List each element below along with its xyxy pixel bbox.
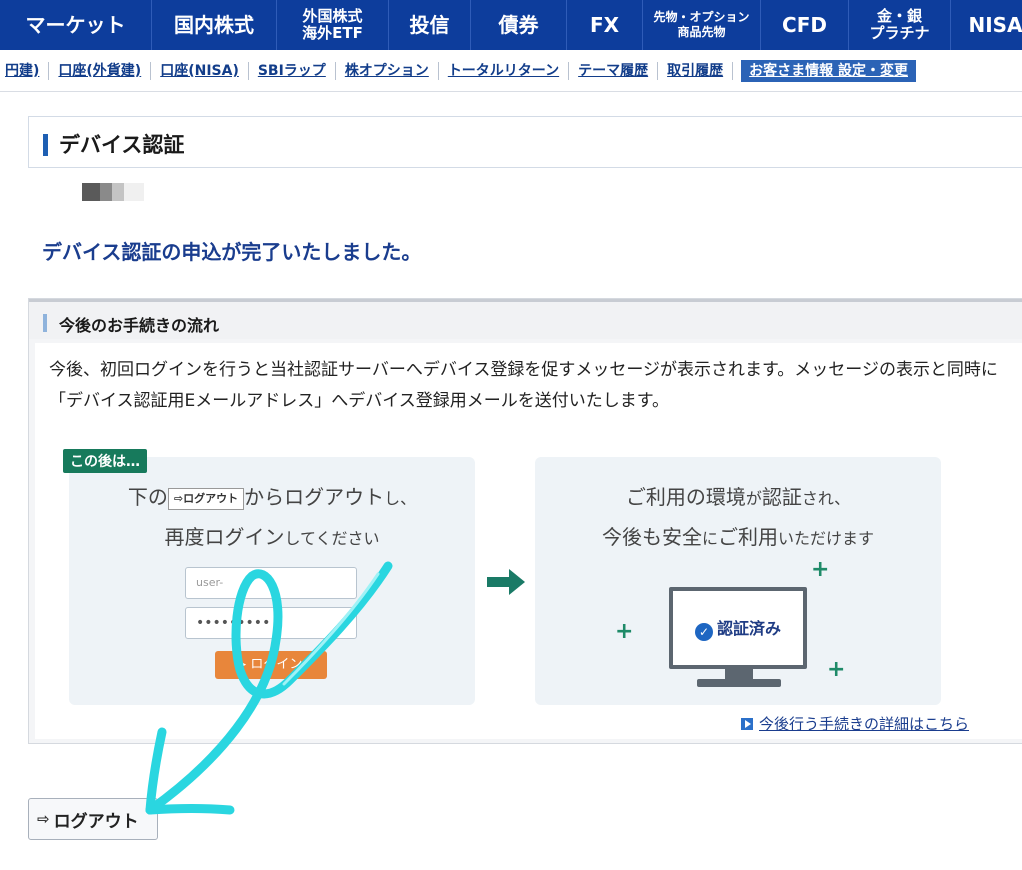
procedure-body: 今後、初回ログインを行うと当社認証サーバーへデバイス登録を促すメッセージが表示さ… [35, 343, 1022, 739]
nav-futures-options[interactable]: 先物・オプション 商品先物 [643, 0, 761, 50]
step-logout-relogin-card: 下の ⇨ログアウト からログアウトし、 再度ログインしてください user- •••… [69, 457, 475, 705]
step-verified-card: ご利用の環境が認証され、 今後も安全にご利用いただけます ✓ 認証済み + + + [535, 457, 941, 705]
sub-nav: 円建) 口座(外貨建) 口座(NISA) SBIラップ 株オプション トータルリ… [0, 50, 1022, 92]
step2-line2: 今後も安全にご利用いただけます [601, 525, 875, 549]
arrow-right-icon [487, 569, 525, 595]
mock-user-input: user- [185, 567, 357, 599]
mini-logout-button: ⇨ログアウト [167, 487, 245, 510]
nav-cfd[interactable]: CFD [761, 0, 849, 50]
logout-small-icon: ⇨ [173, 491, 184, 505]
sub-link-customer-settings[interactable]: お客さま情報 設定・変更 [741, 60, 916, 82]
sub-link-yen-account[interactable]: 円建) [0, 62, 50, 80]
nav-investment-trust[interactable]: 投信 [389, 0, 471, 50]
verified-label: ✓ 認証済み [673, 615, 803, 641]
sub-link-nisa-account[interactable]: 口座(NISA) [151, 62, 249, 80]
procedure-header: 今後のお手続きの流れ [29, 299, 1022, 339]
monitor-neck [725, 669, 753, 679]
sub-link-foreign-account[interactable]: 口座(外貨建) [49, 62, 152, 80]
procedure-accent-bar [43, 314, 47, 332]
completion-message: デバイス認証の申込が完了いたしました。 [42, 240, 422, 264]
sub-link-sbi-wrap[interactable]: SBIラップ [249, 62, 336, 80]
procedure-detail-link[interactable]: 今後行う手続きの詳細はこちら [741, 713, 969, 734]
sub-link-theme-history[interactable]: テーマ履歴 [569, 62, 659, 80]
page-title-box: デバイス認証 [28, 116, 1022, 168]
main-nav: マーケット 国内株式 外国株式 海外ETF 投信 債券 FX 先物・オプション 商品… [0, 0, 1022, 50]
procedure-panel: 今後のお手続きの流れ 今後、初回ログインを行うと当社認証サーバーへデバイス登録を… [28, 298, 1022, 744]
step1-line1: 下の ⇨ログアウト からログアウトし、 [127, 485, 417, 510]
nav-market[interactable]: マーケット [0, 0, 152, 50]
sparkle-icon: + [827, 657, 846, 682]
sub-link-total-return[interactable]: トータルリターン [439, 62, 570, 80]
step1-line2: 再度ログインしてください [164, 525, 380, 549]
monitor-base [697, 679, 781, 687]
sub-nav-links: 円建) 口座(外貨建) 口座(NISA) SBIラップ 株オプション トータルリ… [0, 60, 916, 82]
procedure-title: 今後のお手続きの流れ [59, 316, 220, 335]
nav-bonds[interactable]: 債券 [471, 0, 567, 50]
step2-line1: ご利用の環境が認証され、 [625, 485, 851, 509]
nav-fx[interactable]: FX [567, 0, 643, 50]
logout-button[interactable]: ⇨ ログアウト [28, 798, 158, 840]
check-circle-icon: ✓ [694, 623, 713, 641]
sub-link-trade-history[interactable]: 取引履歴 [658, 62, 734, 80]
mock-password-input: ••••••••• [185, 607, 357, 639]
play-icon [741, 718, 753, 730]
mock-login-button: ▸ ログイン [215, 651, 327, 679]
after-badge: この後は… [63, 449, 147, 473]
page-title: デバイス認証 [59, 133, 185, 157]
nav-nisa[interactable]: NISA [951, 0, 1022, 50]
sparkle-icon: + [615, 619, 634, 644]
title-accent-bar [43, 134, 48, 156]
procedure-description: 今後、初回ログインを行うと当社認証サーバーへデバイス登録を促すメッセージが表示さ… [49, 360, 998, 411]
nav-foreign-stocks[interactable]: 外国株式 海外ETF [277, 0, 389, 50]
logout-icon: ⇨ [37, 810, 50, 828]
sparkle-icon: + [811, 557, 830, 582]
monitor-icon: ✓ 認証済み [669, 587, 807, 669]
blurred-account-id [82, 183, 144, 201]
nav-domestic-stocks[interactable]: 国内株式 [152, 0, 277, 50]
nav-gold-silver[interactable]: 金・銀 プラチナ [849, 0, 951, 50]
sub-link-stock-options[interactable]: 株オプション [336, 62, 439, 80]
